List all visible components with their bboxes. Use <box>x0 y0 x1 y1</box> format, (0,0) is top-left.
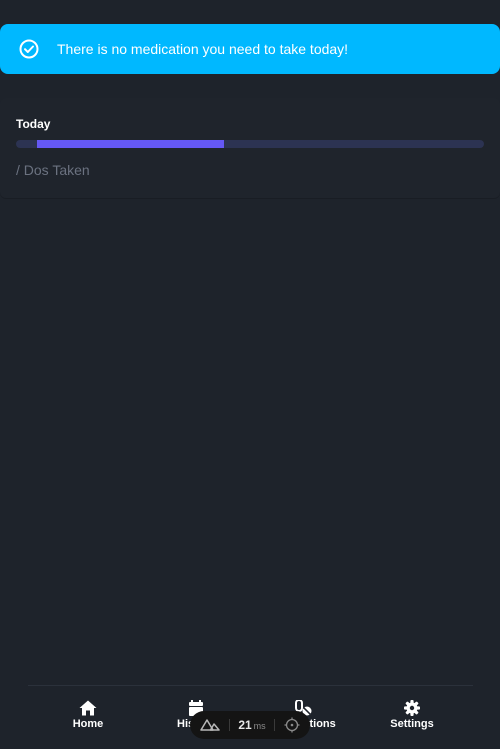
devtools-separator <box>228 719 230 731</box>
nav-label-settings: Settings <box>390 718 434 730</box>
today-card <box>0 98 500 198</box>
alert-message: There is no medication you need to take … <box>57 41 349 57</box>
check-circle-icon <box>19 39 39 59</box>
nav-item-settings[interactable]: Settings <box>362 700 462 734</box>
app-root: There is no medication you need to take … <box>0 0 500 749</box>
nuxt-logo-icon[interactable] <box>200 719 220 731</box>
nav-divider <box>28 685 473 686</box>
dose-progress-bar <box>16 140 484 148</box>
dose-progress-fill <box>37 140 224 148</box>
render-time-unit: ms <box>253 721 266 731</box>
gear-icon <box>404 700 420 716</box>
nav-label-home: Home <box>72 718 104 730</box>
render-time-value: 21 <box>238 718 252 732</box>
crosshair-icon[interactable] <box>284 717 300 733</box>
home-icon <box>79 700 97 716</box>
doses-taken-label: / Dos Taken <box>16 162 90 178</box>
today-card-title: Today <box>16 117 51 131</box>
no-medication-alert: There is no medication you need to take … <box>0 24 500 74</box>
devtools-separator <box>274 719 276 731</box>
devtools-bar[interactable]: 21 ms <box>190 711 310 739</box>
nav-item-home[interactable]: Home <box>38 700 138 734</box>
render-time: 21 ms <box>238 718 265 732</box>
